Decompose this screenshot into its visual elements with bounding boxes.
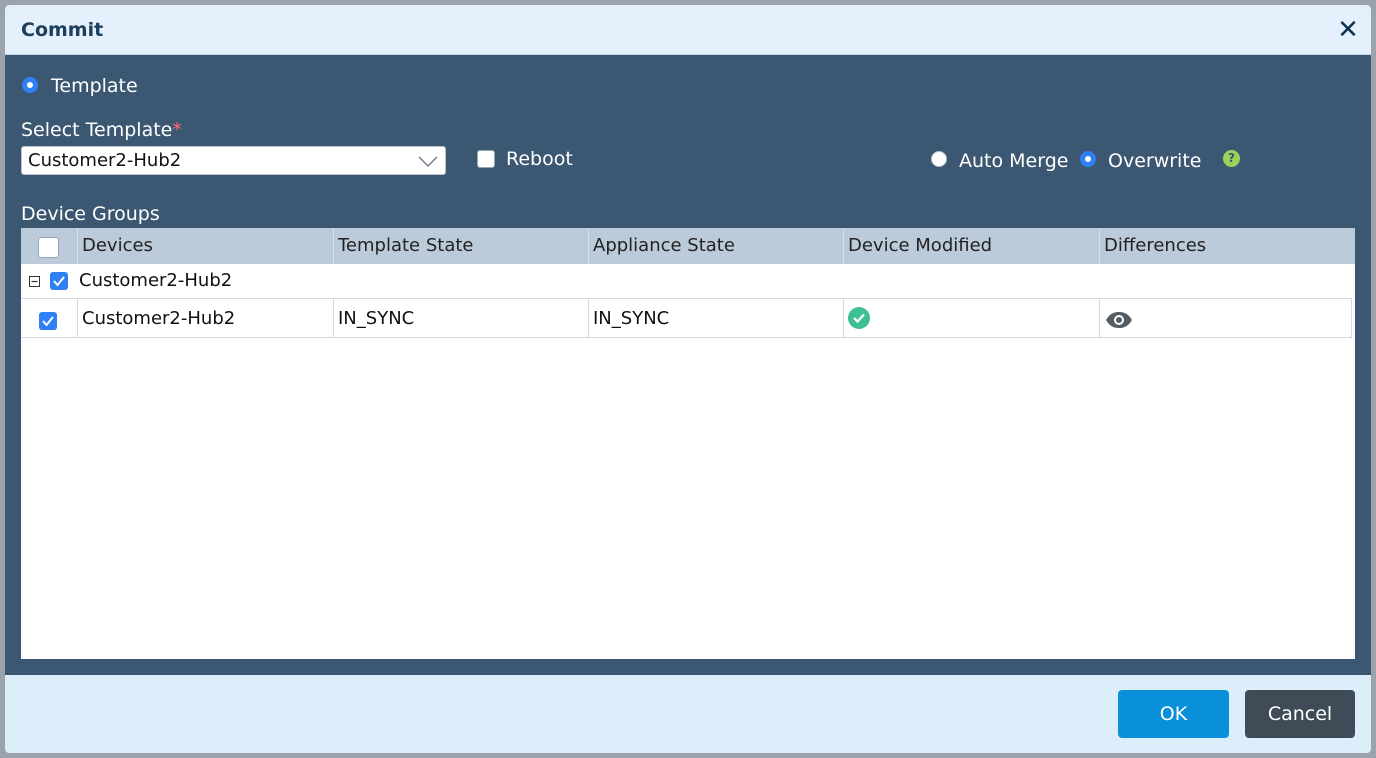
table-row[interactable]: Customer2-Hub2 IN_SYNC IN_SYNC	[21, 299, 1352, 338]
select-template-label: Select Template*	[21, 119, 182, 141]
grid-header: Devices Template State Appliance State D…	[21, 228, 1355, 264]
cell-device: Customer2-Hub2	[78, 299, 334, 337]
template-radio-label: Template	[51, 75, 138, 97]
group-row: Customer2-Hub2	[21, 264, 1352, 299]
auto-merge-label: Auto Merge	[959, 150, 1069, 172]
check-circle-icon	[848, 307, 870, 329]
cell-differences	[1100, 299, 1352, 337]
overwrite-label: Overwrite	[1108, 150, 1202, 172]
device-groups-grid: Devices Template State Appliance State D…	[21, 228, 1355, 659]
cell-template-state: IN_SYNC	[334, 299, 589, 337]
template-radio[interactable]	[22, 77, 38, 93]
header-select-all-cell	[21, 228, 78, 264]
select-all-checkbox[interactable]	[38, 237, 59, 258]
header-differences[interactable]: Differences	[1100, 228, 1355, 264]
reboot-label: Reboot	[506, 148, 573, 170]
collapse-icon[interactable]	[29, 276, 40, 287]
group-name: Customer2-Hub2	[79, 270, 233, 291]
cell-device-modified	[844, 299, 1100, 337]
header-device-modified[interactable]: Device Modified	[844, 228, 1100, 264]
dialog-footer: OK Cancel	[5, 675, 1371, 753]
reboot-checkbox[interactable]	[477, 150, 495, 168]
eye-icon[interactable]	[1105, 311, 1133, 329]
required-mark: *	[172, 119, 182, 141]
commit-dialog: Commit ✕ Template Select Template* Custo…	[5, 5, 1371, 753]
dialog-title: Commit	[21, 19, 104, 41]
close-icon[interactable]: ✕	[1335, 17, 1361, 43]
overwrite-radio[interactable]	[1080, 151, 1096, 167]
header-devices[interactable]: Devices	[78, 228, 334, 264]
select-template-value: Customer2-Hub2	[28, 150, 182, 171]
device-groups-label: Device Groups	[21, 203, 160, 225]
row-select-cell	[21, 299, 78, 337]
auto-merge-radio[interactable]	[931, 151, 947, 167]
cancel-button[interactable]: Cancel	[1245, 690, 1355, 738]
cell-appliance-state: IN_SYNC	[589, 299, 844, 337]
group-checkbox[interactable]	[50, 272, 68, 290]
header-appliance-state[interactable]: Appliance State	[589, 228, 844, 264]
header-template-state[interactable]: Template State	[334, 228, 589, 264]
help-icon[interactable]: ?	[1223, 150, 1240, 167]
row-checkbox[interactable]	[39, 312, 57, 330]
ok-button[interactable]: OK	[1118, 690, 1229, 738]
select-template-dropdown[interactable]: Customer2-Hub2	[21, 146, 446, 175]
dialog-title-bar: Commit ✕	[5, 5, 1371, 55]
chevron-down-icon	[418, 156, 438, 167]
select-template-label-text: Select Template	[21, 119, 173, 141]
